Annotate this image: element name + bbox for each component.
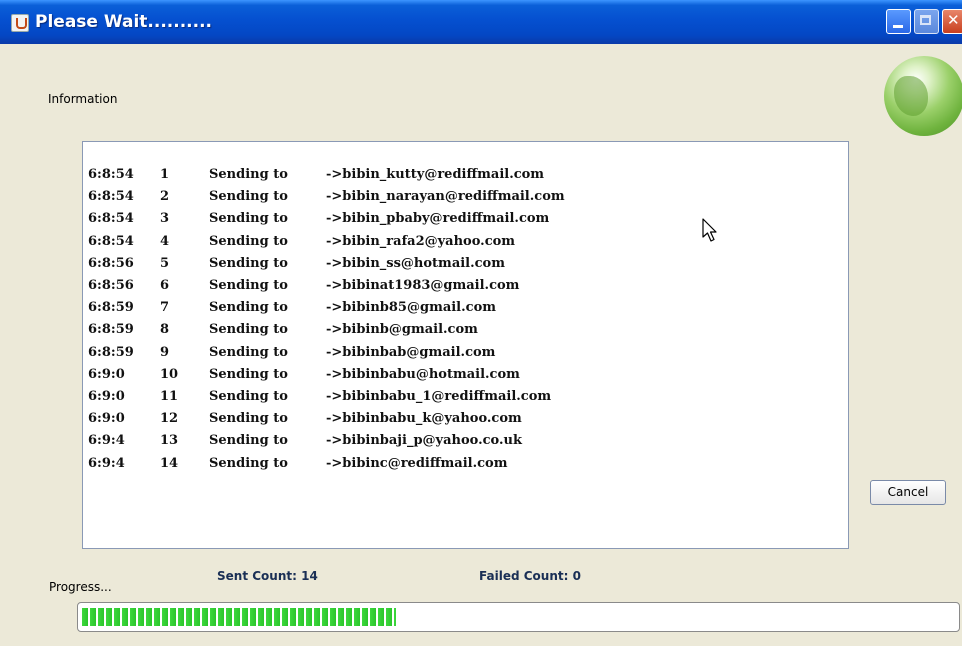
log-message: Sending to — [209, 455, 288, 471]
log-email: ->bibinb85@gmail.com — [326, 300, 496, 316]
log-time: 6:8:59 — [88, 300, 134, 316]
log-email: ->bibinbabu_k@yahoo.com — [326, 411, 522, 427]
log-message: Sending to — [209, 167, 288, 182]
log-email: ->bibinat1983@gmail.com — [326, 278, 520, 293]
log-number: 10 — [160, 366, 179, 382]
log-number: 8 — [160, 322, 170, 338]
log-email: ->bibinc@rediffmail.com — [326, 455, 508, 471]
log-time: 6:9:0 — [88, 366, 125, 382]
log-email: ->bibinbabu@hotmail.com — [326, 366, 520, 382]
log-message: Sending to — [209, 433, 288, 449]
log-time: 6:8:56 — [88, 255, 134, 271]
mouse-pointer-icon — [702, 218, 717, 242]
log-number: 7 — [160, 300, 170, 316]
log-message: Sending to — [209, 322, 288, 338]
log-number: 12 — [160, 411, 179, 427]
log-email: ->bibinbab@gmail.com — [326, 344, 496, 360]
java-app-icon[interactable] — [11, 14, 29, 32]
failed-count: Failed Count: 0 — [479, 569, 581, 583]
log-email: ->bibin_pbaby@rediffmail.com — [326, 211, 550, 227]
log-message: Sending to — [209, 366, 288, 382]
log-message: Sending to — [209, 344, 288, 360]
sent-count: Sent Count: 14 — [217, 569, 318, 583]
log-email: ->bibin_kutty@rediffmail.com — [326, 167, 545, 182]
progress-label: Progress... — [49, 580, 112, 594]
log-time: 6:8:59 — [88, 344, 134, 360]
globe-icon — [884, 56, 962, 136]
log-email: ->bibin_narayan@rediffmail.com — [326, 189, 565, 205]
log-message: Sending to — [209, 300, 288, 316]
log-time: 6:9:0 — [88, 389, 125, 404]
log-time: 6:8:56 — [88, 278, 134, 293]
log-message: Sending to — [209, 233, 288, 249]
close-icon: ✕ — [947, 11, 960, 29]
log-email: ->bibin_ss@hotmail.com — [326, 255, 505, 271]
title-bar[interactable]: Please Wait.......... ✕ — [0, 0, 962, 44]
log-number: 14 — [160, 455, 179, 471]
cancel-button[interactable]: Cancel — [870, 480, 946, 505]
log-email: ->bibinbabu_1@rediffmail.com — [326, 389, 552, 404]
log-email: ->bibin_rafa2@yahoo.com — [326, 233, 516, 249]
window-title: Please Wait.......... — [35, 12, 213, 32]
log-time: 6:8:54 — [88, 167, 134, 182]
minimize-button[interactable] — [886, 9, 911, 34]
log-email: ->bibinb@gmail.com — [326, 322, 478, 338]
log-message: Sending to — [209, 278, 288, 293]
log-message: Sending to — [209, 255, 288, 271]
information-label: Information — [48, 92, 118, 106]
log-text-area[interactable]: 6:8:54 1 Sending to ->bibin_kutty@rediffmai… — [82, 141, 849, 549]
log-number: 13 — [160, 433, 179, 449]
log-message: Sending to — [209, 389, 288, 404]
log-message: Sending to — [209, 211, 288, 227]
close-button[interactable]: ✕ — [942, 9, 962, 34]
log-number: 2 — [160, 189, 170, 205]
progress-bar-fill — [82, 608, 396, 626]
log-message: Sending to — [209, 411, 288, 427]
log-number: 11 — [160, 389, 179, 404]
log-number: 5 — [160, 255, 170, 271]
log-time: 6:8:54 — [88, 233, 134, 249]
log-email: ->bibinbaji_p@yahoo.co.uk — [326, 433, 522, 449]
log-time: 6:9:4 — [88, 433, 125, 449]
log-time: 6:8:54 — [88, 211, 134, 227]
log-number: 9 — [160, 344, 170, 360]
maximize-button[interactable] — [914, 9, 939, 34]
log-time: 6:8:54 — [88, 189, 134, 205]
log-time: 6:9:0 — [88, 411, 125, 427]
log-time: 6:9:4 — [88, 455, 125, 471]
log-message: Sending to — [209, 189, 288, 205]
log-number: 3 — [160, 211, 170, 227]
log-number: 1 — [160, 167, 170, 182]
dialog-window: Please Wait.......... ✕ Information 6:8:… — [0, 0, 962, 646]
log-number: 4 — [160, 233, 170, 249]
progress-bar — [77, 602, 960, 632]
log-number: 6 — [160, 278, 170, 293]
log-time: 6:8:59 — [88, 322, 134, 338]
